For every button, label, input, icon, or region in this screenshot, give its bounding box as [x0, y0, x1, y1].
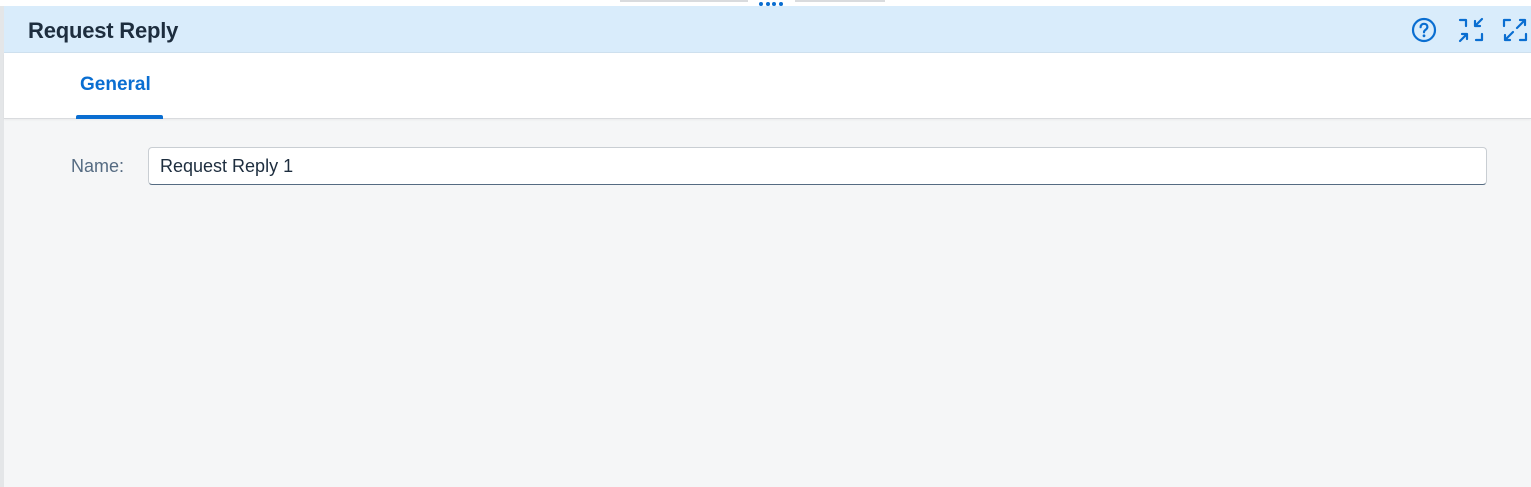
enter-fullscreen-button[interactable]	[1499, 14, 1531, 46]
grip-dot	[759, 2, 763, 6]
splitter-line-left	[620, 0, 748, 2]
property-panel: Request Reply General Name: Request Repl…	[0, 0, 1531, 487]
form-row-name: Name:	[0, 147, 1531, 185]
tab-selected-indicator	[76, 115, 163, 119]
resize-grip-handle[interactable]	[759, 2, 783, 8]
help-icon	[1411, 17, 1437, 42]
grip-dot	[772, 2, 777, 6]
enter-fullscreen-icon	[1502, 18, 1528, 41]
header-actions	[1408, 6, 1531, 53]
help-button[interactable]	[1408, 14, 1440, 46]
exit-fullscreen-icon	[1458, 17, 1484, 42]
exit-fullscreen-button[interactable]	[1455, 14, 1487, 46]
tab-bar: General	[4, 53, 1531, 119]
grip-dot	[778, 2, 783, 6]
tab-general-label: General	[80, 74, 151, 95]
panel-header: Request Reply	[4, 6, 1531, 53]
splitter-line-right	[795, 0, 885, 2]
name-input[interactable]	[148, 147, 1487, 185]
name-label: Name:	[70, 156, 124, 176]
panel-title: Request Reply	[28, 18, 179, 43]
grip-dot	[765, 2, 770, 6]
tab-general[interactable]: General	[76, 53, 163, 119]
